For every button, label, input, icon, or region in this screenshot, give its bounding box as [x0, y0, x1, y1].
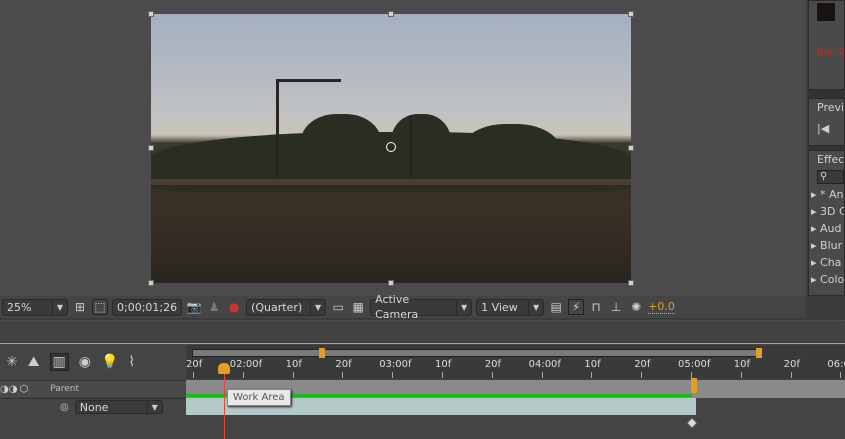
magnification-dropdown[interactable]: 25% ▼ — [2, 298, 68, 316]
composition-viewer[interactable] — [0, 0, 806, 296]
effects-search-input[interactable]: ⚲ — [817, 170, 844, 184]
ruler-label: 02:00f — [229, 359, 263, 370]
effect-category[interactable]: ▸ Aud — [811, 220, 844, 237]
3d-layer-icon[interactable]: ⬡ — [19, 384, 28, 395]
ruler-label: 04:00f — [528, 359, 561, 370]
video-frame[interactable] — [151, 14, 631, 283]
ruler-label: 10f — [285, 359, 302, 370]
safe-margins-icon[interactable]: ⊞ — [72, 299, 88, 315]
hide-shy-layers-icon[interactable]: ⛰ — [28, 354, 40, 370]
panel-divider[interactable] — [0, 320, 845, 342]
right-panels: fps: 2 Previ |◀ Effec ⚲ ▸ * An ▸ 3D C ▸ … — [808, 0, 845, 296]
ruler-label: 05:00f — [678, 359, 711, 370]
first-frame-button[interactable]: |◀ — [817, 122, 836, 135]
flowchart-icon[interactable]: ⊥ — [608, 299, 624, 315]
draft-3d-icon[interactable]: ✳ — [6, 354, 18, 370]
current-time-display[interactable]: 0;00;01;26 — [112, 298, 183, 316]
transparency-grid-icon[interactable]: ▦ — [350, 299, 366, 315]
pixel-aspect-icon[interactable]: ▤ — [548, 299, 564, 315]
time-navigator[interactable] — [192, 349, 758, 357]
brainstorm-icon[interactable]: 💡 — [101, 354, 118, 370]
switch-icon[interactable]: ◑◑ — [0, 384, 17, 395]
region-of-interest-icon[interactable]: ▭ — [330, 299, 346, 315]
viewer-toolbar: 25% ▼ ⊞ ⬚ 0;00;01;26 📷 ♟ ● (Quarter) ▼ ▭ ▦… — [0, 293, 806, 321]
snapshot-icon[interactable]: 📷 — [186, 299, 202, 315]
ruler-tick — [591, 372, 593, 378]
ruler-tick — [491, 372, 493, 378]
parent-pickwhip-icon[interactable]: ◎ — [60, 402, 69, 413]
navigator-start-handle[interactable] — [319, 348, 325, 358]
motion-blur-icon[interactable]: ◉ — [79, 354, 91, 370]
ruler-tick — [442, 372, 443, 378]
ruler-tick — [641, 372, 643, 378]
resolution-dropdown[interactable]: (Quarter) ▼ — [246, 298, 327, 316]
mask-visibility-icon[interactable]: ⬚ — [92, 299, 108, 315]
fps-label: fps: 2 — [817, 47, 845, 58]
ruler-tick — [740, 372, 742, 378]
ruler-tick — [292, 372, 294, 378]
keyframe-icon[interactable] — [686, 417, 698, 429]
ruler-label: 03:00f — [379, 359, 412, 370]
playhead-line[interactable] — [224, 366, 225, 439]
ruler-tick — [392, 372, 394, 378]
effect-category[interactable]: ▸ * An — [811, 186, 844, 203]
ruler-tick — [541, 372, 543, 378]
ruler-label: 20f — [335, 359, 352, 370]
ruler-label: 10f — [435, 359, 452, 370]
ruler-tick — [790, 372, 792, 378]
ruler-tick — [342, 372, 344, 378]
fast-previews-icon[interactable]: ⚡ — [568, 299, 585, 315]
ruler-tick — [840, 372, 842, 378]
parent-dropdown[interactable]: None ▼ — [74, 399, 163, 415]
effect-category[interactable]: ▸ Colo — [811, 271, 844, 288]
color-swatch — [817, 3, 835, 21]
view-layout-dropdown[interactable]: 1 View ▼ — [476, 298, 545, 316]
anchor-point-icon[interactable] — [386, 142, 396, 152]
ruler-label: 10f — [733, 359, 751, 370]
show-snapshot-icon[interactable]: ♟ — [206, 299, 222, 315]
exposure-value[interactable]: +0.0 — [648, 300, 675, 314]
ruler-label: 20f — [186, 359, 203, 370]
playhead-handle[interactable] — [218, 363, 230, 374]
effect-category[interactable]: ▸ Cha — [811, 254, 844, 271]
exposure-reset-icon[interactable]: ✺ — [628, 299, 644, 315]
channel-icon[interactable]: ● — [226, 299, 242, 315]
ruler-tick — [242, 372, 244, 378]
camera-dropdown[interactable]: Active Camera ▼ — [370, 293, 473, 321]
effect-category[interactable]: ▸ 3D C — [811, 203, 844, 220]
ruler-label: 20f — [634, 359, 651, 370]
work-area-tooltip: Work Area — [227, 389, 291, 406]
preview-panel-title: Previ — [817, 101, 845, 114]
time-ruler[interactable]: 20f 02:00f 10f 20f 03:00f 10f 20f 04:00f 10f 20f 0… — [186, 345, 845, 393]
ruler-label: 20f — [484, 359, 502, 370]
navigator-end-handle[interactable] — [756, 348, 762, 358]
effects-panel-title: Effec — [817, 153, 845, 166]
parent-column-header: Parent — [50, 384, 79, 394]
ruler-label: 10f — [584, 359, 601, 370]
effect-category[interactable]: ▸ Blur — [811, 237, 844, 254]
ruler-label: 06:0 — [827, 359, 845, 370]
timeline-icon[interactable]: ⊓ — [588, 299, 604, 315]
graph-editor-icon[interactable]: ⌇ — [128, 354, 135, 370]
ruler-tick — [193, 372, 194, 378]
frame-blending-icon[interactable]: ▥ — [49, 353, 69, 371]
work-area-end-handle[interactable] — [691, 378, 697, 393]
ruler-label: 20f — [783, 359, 800, 370]
